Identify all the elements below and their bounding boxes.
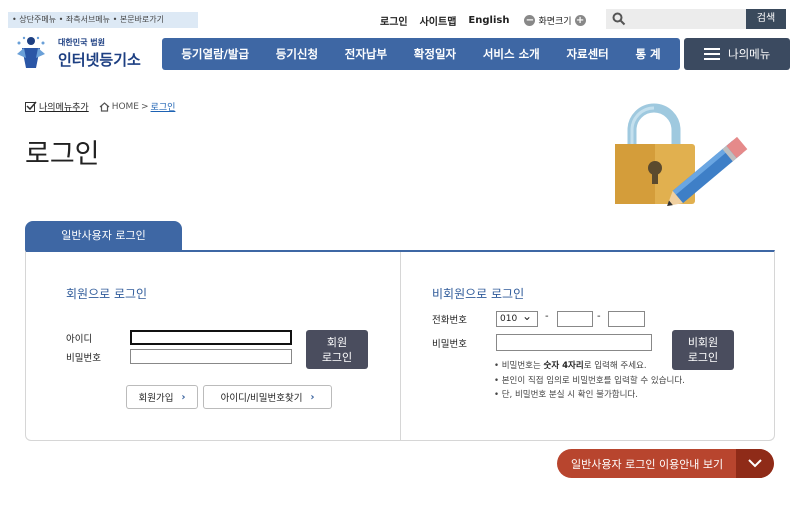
nonmember-login-button[interactable]: 비회원로그인: [672, 330, 734, 370]
add-my-menu-button[interactable]: 나의메뉴추가: [25, 100, 89, 113]
note-text: • 단, 비밀번호 분실 시 확인 불가합니다.: [494, 390, 638, 400]
nav-item-e-payment[interactable]: 전자납부: [345, 46, 387, 62]
nonmember-login-button-line2: 로그인: [687, 351, 719, 364]
nav-item-registry-apply[interactable]: 등기신청: [276, 46, 318, 62]
id-input[interactable]: [130, 330, 292, 345]
phone-middle-input[interactable]: [557, 311, 593, 327]
breadcrumb: 나의메뉴추가 HOME > 로그인: [25, 100, 175, 113]
member-login-button-line2: 로그인: [321, 350, 353, 364]
note-bold: 숫자 4자리: [543, 361, 584, 371]
password-input[interactable]: [130, 349, 292, 364]
login-link[interactable]: 로그인: [380, 13, 408, 28]
breadcrumb-separator: >: [141, 101, 149, 112]
zoom-control: − 화면크기 +: [521, 14, 588, 27]
skip-links[interactable]: • 상단주메뉴 • 좌측서브메뉴 • 본문바로가기: [8, 12, 198, 28]
nav-item-fixed-date[interactable]: 확정일자: [414, 46, 456, 62]
phone-dash: -: [597, 311, 601, 322]
note-text: • 비밀번호는: [494, 361, 544, 371]
utility-bar: 로그인 사이트맵 English − 화면크기 +: [380, 12, 589, 28]
nav-item-registry-view[interactable]: 등기열람/발급: [181, 46, 249, 62]
phone-prefix-select[interactable]: 010: [496, 309, 538, 327]
court-emblem-icon: [17, 36, 45, 68]
english-link[interactable]: English: [468, 15, 509, 26]
sitemap-link[interactable]: 사이트맵: [420, 13, 457, 28]
search-input[interactable]: [630, 9, 744, 29]
zoom-label: 화면크기: [538, 16, 572, 27]
search-box: 검색: [606, 9, 786, 29]
my-menu-button[interactable]: 나의메뉴: [684, 38, 790, 70]
add-my-menu-label: 나의메뉴추가: [39, 103, 89, 113]
zoom-in-icon[interactable]: +: [574, 14, 586, 26]
nonmember-password-input[interactable]: [496, 334, 652, 351]
main-nav: 등기열람/발급 등기신청 전자납부 확정일자 서비스 소개 자료센터 통 계: [162, 38, 680, 70]
phone-label: 전화번호: [432, 315, 467, 326]
phone-last-input[interactable]: [608, 311, 645, 327]
note-text: 로 입력해 주세요.: [583, 361, 647, 371]
join-button[interactable]: 회원가입 ›: [126, 385, 198, 409]
site-logo[interactable]: 대한민국 법원 인터넷등기소: [14, 34, 154, 72]
my-menu-label: 나의메뉴: [728, 47, 771, 61]
padlock-pencil-illustration-icon: [615, 103, 748, 206]
join-button-label: 회원가입: [138, 393, 174, 404]
find-id-password-button[interactable]: 아이디/비밀번호찾기 ›: [203, 385, 332, 409]
find-button-label: 아이디/비밀번호찾기: [220, 393, 303, 404]
member-login-button[interactable]: 회원 로그인: [306, 330, 368, 369]
hamburger-icon: [704, 48, 720, 60]
nonmember-note: • 본인이 직접 임의로 비밀번호를 입력할 수 있습니다.: [494, 374, 685, 386]
nav-item-statistics[interactable]: 통 계: [635, 46, 660, 62]
password-label: 비밀번호: [66, 353, 101, 364]
member-login-button-line1: 회원: [326, 335, 348, 349]
chevron-right-icon: ›: [310, 391, 315, 403]
logo-court-name: 대한민국 법원: [58, 38, 105, 47]
nonmember-login-button-line1: 비회원: [687, 336, 719, 349]
zoom-out-icon[interactable]: −: [524, 14, 536, 26]
login-panel: 회원으로 로그인 아이디 비밀번호 회원 로그인 회원가입 › 아이디/비밀번호찾기…: [25, 250, 775, 441]
id-label: 아이디: [66, 334, 93, 345]
chevron-down-icon: [736, 449, 774, 478]
nonmember-password-label: 비밀번호: [432, 339, 467, 350]
nav-item-resources[interactable]: 자료센터: [566, 46, 608, 62]
home-icon: [99, 101, 110, 112]
search-icon: [612, 12, 626, 26]
page-title: 로그인: [25, 139, 100, 170]
nav-item-service-intro[interactable]: 서비스 소개: [483, 46, 540, 62]
tab-general-user-login[interactable]: 일반사용자 로그인: [25, 221, 182, 250]
note-text: • 본인이 직접 임의로 비밀번호를 입력할 수 있습니다.: [494, 376, 685, 386]
login-guide-button[interactable]: 일반사용자 로그인 이용안내 보기: [557, 449, 774, 478]
login-guide-label: 일반사용자 로그인 이용안내 보기: [571, 457, 724, 471]
logo-site-name: 인터넷등기소: [58, 51, 141, 69]
member-login-heading: 회원으로 로그인: [66, 287, 148, 301]
search-button[interactable]: 검색: [746, 9, 786, 29]
chevron-right-icon: ›: [181, 391, 186, 403]
phone-dash: -: [545, 311, 549, 322]
nonmember-login-heading: 비회원으로 로그인: [432, 287, 525, 301]
checkbox-check-icon: [25, 101, 37, 112]
nonmember-note: • 비밀번호는 숫자 4자리로 입력해 주세요.: [494, 359, 647, 371]
breadcrumb-current[interactable]: 로그인: [151, 100, 176, 113]
panel-divider: [400, 252, 401, 441]
breadcrumb-home[interactable]: HOME: [112, 102, 139, 112]
nonmember-note: • 단, 비밀번호 분실 시 확인 불가합니다.: [494, 388, 638, 400]
